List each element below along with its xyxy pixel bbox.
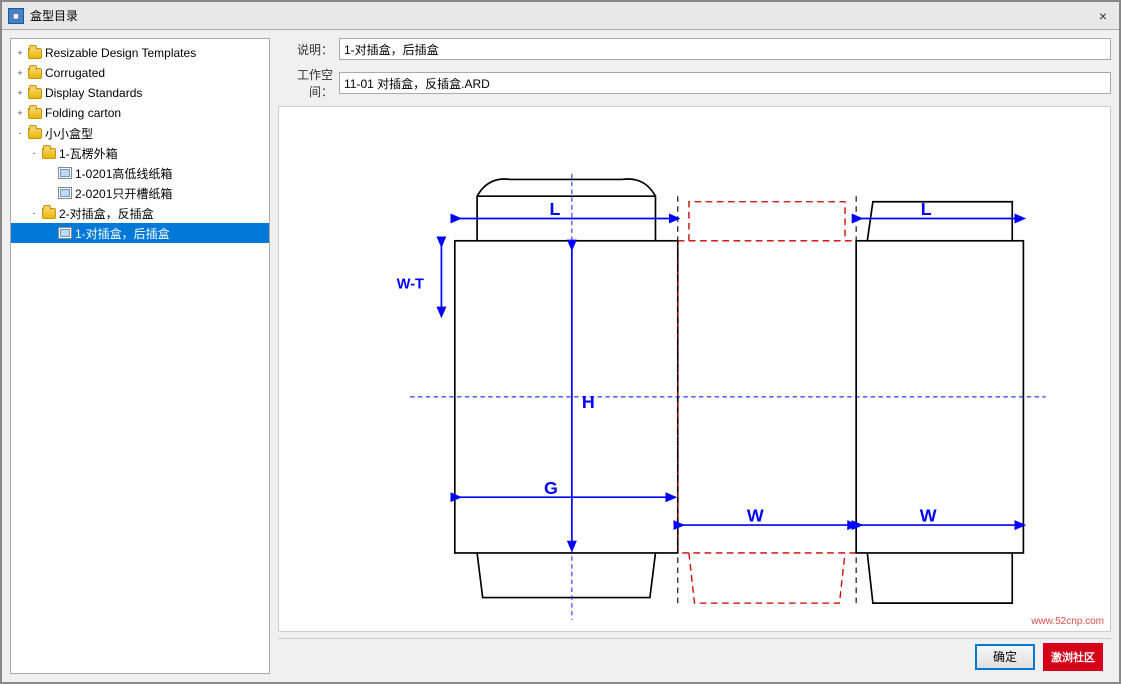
svg-text:L: L: [550, 199, 561, 219]
tree-label-resizable: Resizable Design Templates: [45, 46, 196, 60]
tree-item-small-boxes[interactable]: - 小小盒型: [11, 123, 269, 143]
box-diagram-svg: H L L W W G: [279, 107, 1110, 631]
title-bar: ■ 盒型目录 ×: [2, 2, 1119, 30]
workspace-label: 工作空间：: [278, 66, 333, 100]
tree-label-small-boxes: 小小盒型: [45, 125, 93, 142]
content-area: + Resizable Design Templates + Corrugate…: [2, 30, 1119, 682]
cancel-label: 激浏社区: [1051, 649, 1095, 665]
folder-icon-resizable: [27, 46, 43, 60]
tree-label-1-0201: 1-0201高低线纸箱: [75, 165, 172, 182]
tree-toggle-1-0201: [43, 166, 57, 180]
tree-toggle-insert-box[interactable]: -: [27, 206, 41, 220]
dialog-title: 盒型目录: [30, 7, 1093, 24]
svg-text:W: W: [747, 506, 764, 526]
folder-icon-corrugated: [27, 66, 43, 80]
tree-toggle-corrugated[interactable]: +: [13, 66, 27, 80]
svg-text:W-T: W-T: [397, 277, 424, 293]
svg-text:H: H: [582, 392, 595, 412]
folder-icon-small-boxes: [27, 126, 43, 140]
cancel-area[interactable]: 激浏社区: [1043, 643, 1103, 671]
description-row: 说明：: [278, 38, 1111, 60]
tree-label-display: Display Standards: [45, 86, 142, 100]
bottom-bar: 确定 激浏社区: [278, 638, 1111, 674]
tree-item-corrugated-outer[interactable]: - 1-瓦楞外箱: [11, 143, 269, 163]
tree-toggle-folding[interactable]: +: [13, 106, 27, 120]
workspace-input[interactable]: [339, 72, 1111, 94]
close-button[interactable]: ×: [1093, 6, 1113, 26]
tree-label-corrugated: Corrugated: [45, 66, 105, 80]
workspace-row: 工作空间：: [278, 66, 1111, 100]
tree-item-display[interactable]: + Display Standards: [11, 83, 269, 103]
tree-toggle-display[interactable]: +: [13, 86, 27, 100]
svg-text:G: G: [544, 478, 558, 498]
description-input[interactable]: [339, 38, 1111, 60]
diagram-canvas: H L L W W G: [278, 106, 1111, 632]
tree-toggle-2-0201: [43, 186, 57, 200]
svg-text:W: W: [920, 506, 937, 526]
tree-label-corrugated-outer: 1-瓦楞外箱: [59, 145, 118, 162]
tree-item-2-0201[interactable]: 2-0201只开槽纸箱: [11, 183, 269, 203]
tree-label-insert-box: 2-对插盒，反插盒: [59, 205, 154, 222]
folder-icon-folding: [27, 106, 43, 120]
tree-toggle-small-boxes[interactable]: -: [13, 126, 27, 140]
tree-label-2-0201: 2-0201只开槽纸箱: [75, 185, 172, 202]
tree-toggle-corrugated-outer[interactable]: -: [27, 146, 41, 160]
watermark: www.52cnp.com: [1031, 616, 1104, 627]
folder-icon-insert-box: [41, 206, 57, 220]
leaf-icon-2-0201: [57, 186, 73, 200]
tree-label-1-insert: 1-对插盒，后插盒: [75, 225, 170, 242]
tree-panel: + Resizable Design Templates + Corrugate…: [10, 38, 270, 674]
tree-toggle-resizable[interactable]: +: [13, 46, 27, 60]
dialog-icon: ■: [8, 8, 24, 24]
main-dialog: ■ 盒型目录 × + Resizable Design Templates + …: [0, 0, 1121, 684]
folder-icon-corrugated-outer: [41, 146, 57, 160]
tree-item-resizable[interactable]: + Resizable Design Templates: [11, 43, 269, 63]
leaf-icon-1-0201: [57, 166, 73, 180]
tree-label-folding: Folding carton: [45, 106, 121, 120]
confirm-button[interactable]: 确定: [975, 644, 1035, 670]
svg-text:L: L: [921, 199, 932, 219]
tree-item-folding[interactable]: + Folding carton: [11, 103, 269, 123]
folder-icon-display: [27, 86, 43, 100]
tree-item-insert-box[interactable]: - 2-对插盒，反插盒: [11, 203, 269, 223]
tree-item-corrugated[interactable]: + Corrugated: [11, 63, 269, 83]
leaf-icon-1-insert: [57, 226, 73, 240]
tree-item-1-insert[interactable]: 1-对插盒，后插盒: [11, 223, 269, 243]
right-panel: 说明： 工作空间：: [278, 38, 1111, 674]
description-label: 说明：: [278, 41, 333, 58]
tree-toggle-1-insert: [43, 226, 57, 240]
tree-item-1-0201[interactable]: 1-0201高低线纸箱: [11, 163, 269, 183]
